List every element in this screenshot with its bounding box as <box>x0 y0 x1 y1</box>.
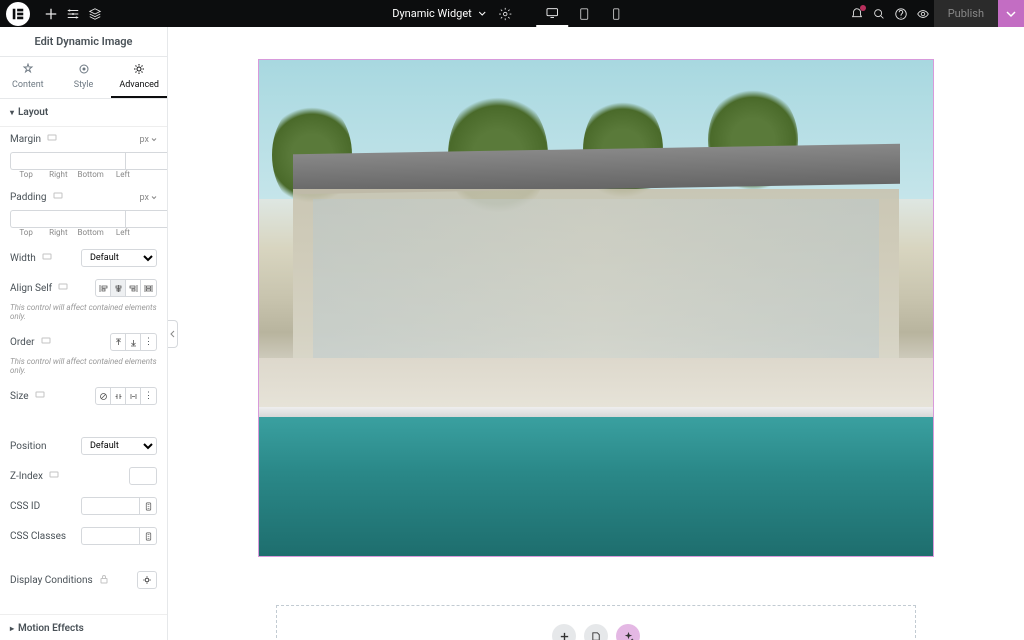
responsive-icon[interactable] <box>49 470 59 483</box>
align-center[interactable] <box>111 280 126 296</box>
publish-button[interactable]: Publish <box>934 0 998 27</box>
tab-style[interactable]: Style <box>56 57 112 98</box>
preview-image <box>259 60 933 556</box>
chevron-down-icon[interactable] <box>151 195 157 201</box>
tab-content[interactable]: Content <box>0 57 56 98</box>
order-custom[interactable]: ⋮ <box>141 334 156 350</box>
order-helper: This control will affect contained eleme… <box>0 357 167 381</box>
responsive-icon[interactable] <box>58 282 68 295</box>
notifications-icon[interactable] <box>846 3 868 25</box>
order-label: Order <box>10 337 35 348</box>
responsive-icon[interactable] <box>41 336 51 349</box>
section-motion-effects[interactable]: ▸Motion Effects <box>0 615 167 640</box>
order-end[interactable] <box>126 334 141 350</box>
margin-top-input[interactable] <box>10 152 125 170</box>
settings-icon[interactable] <box>494 3 516 25</box>
margin-label: Margin <box>10 134 41 145</box>
zindex-label: Z-Index <box>10 471 43 482</box>
lock-icon <box>99 574 109 587</box>
responsive-icon[interactable] <box>53 191 63 204</box>
device-desktop[interactable] <box>536 0 568 27</box>
margin-right-input[interactable] <box>125 152 168 170</box>
widget-name: Dynamic Widget <box>392 7 472 20</box>
padding-right-input[interactable] <box>125 210 168 228</box>
position-label: Position <box>10 441 46 452</box>
padding-top-input[interactable] <box>10 210 125 228</box>
cssid-input[interactable] <box>81 497 139 515</box>
align-helper: This control will affect contained eleme… <box>0 303 167 327</box>
preview-icon[interactable] <box>912 3 934 25</box>
tab-advanced[interactable]: Advanced <box>111 57 167 98</box>
cssclasses-label: CSS Classes <box>10 531 66 542</box>
display-conditions-button[interactable] <box>138 572 156 588</box>
structure-icon[interactable] <box>62 3 84 25</box>
ai-button[interactable] <box>616 624 640 640</box>
drop-zone[interactable]: Drag widget here <box>276 605 916 640</box>
responsive-icon[interactable] <box>35 390 45 403</box>
panel-title: Edit Dynamic Image <box>0 27 167 57</box>
section-layout[interactable]: ▾Layout <box>0 99 167 127</box>
elementor-logo[interactable] <box>6 2 30 26</box>
layers-icon[interactable] <box>84 3 106 25</box>
responsive-icon[interactable] <box>47 133 57 146</box>
size-none[interactable] <box>96 388 111 404</box>
display-conditions-label: Display Conditions <box>10 575 93 586</box>
cssclasses-dynamic-button[interactable] <box>139 527 157 545</box>
device-tablet[interactable] <box>568 0 600 27</box>
align-end[interactable] <box>126 280 141 296</box>
zindex-input[interactable] <box>129 467 157 485</box>
help-icon[interactable] <box>890 3 912 25</box>
align-stretch[interactable] <box>141 280 156 296</box>
device-mobile[interactable] <box>600 0 632 27</box>
size-grow[interactable] <box>126 388 141 404</box>
template-button[interactable] <box>584 624 608 640</box>
size-shrink[interactable] <box>111 388 126 404</box>
search-icon[interactable] <box>868 3 890 25</box>
add-icon[interactable] <box>40 3 62 25</box>
add-widget-button[interactable] <box>552 624 576 640</box>
padding-label: Padding <box>10 192 47 203</box>
responsive-icon[interactable] <box>42 252 52 265</box>
cssclasses-input[interactable] <box>81 527 139 545</box>
widget-selector[interactable]: Dynamic Widget <box>392 7 486 20</box>
size-custom[interactable]: ⋮ <box>141 388 156 404</box>
selected-widget[interactable] <box>258 59 934 557</box>
cssid-label: CSS ID <box>10 501 40 512</box>
align-start[interactable] <box>96 280 111 296</box>
order-start[interactable] <box>111 334 126 350</box>
align-self-label: Align Self <box>10 283 52 294</box>
publish-options-button[interactable] <box>998 0 1024 27</box>
chevron-down-icon[interactable] <box>151 137 157 143</box>
panel-collapse-handle[interactable] <box>168 320 178 348</box>
chevron-down-icon <box>478 10 486 18</box>
width-select[interactable]: Default <box>81 249 157 267</box>
cssid-dynamic-button[interactable] <box>139 497 157 515</box>
position-select[interactable]: Default <box>81 437 157 455</box>
width-label: Width <box>10 253 36 264</box>
size-label: Size <box>10 391 29 402</box>
